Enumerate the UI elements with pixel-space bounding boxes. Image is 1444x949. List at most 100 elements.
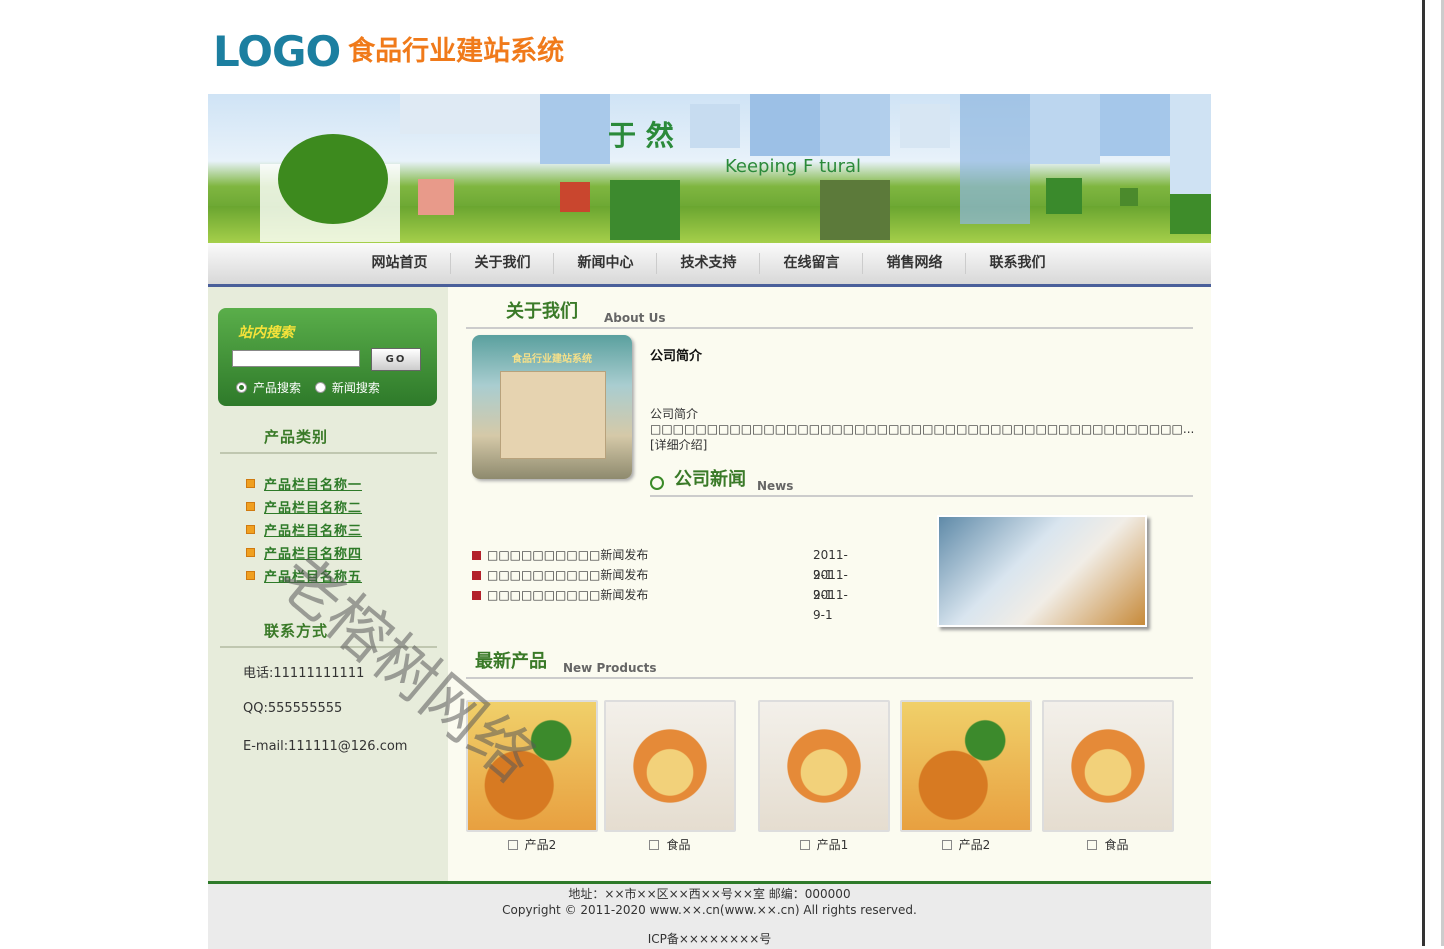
bullet-icon <box>246 479 255 488</box>
news-item-title[interactable]: □□□□□□□□□□新闻发布 <box>487 548 648 562</box>
radio-news-search[interactable] <box>314 382 326 393</box>
search-title: 站内搜索 <box>238 325 294 341</box>
product-name[interactable]: 食品 <box>1104 838 1128 852</box>
news-item[interactable]: □□□□□□□□□□新闻发布 2011-9-1 <box>472 565 848 602</box>
bullet-icon <box>246 525 255 534</box>
nav-support[interactable]: 技术支持 <box>657 243 760 284</box>
company-building-image[interactable]: 食品行业建站系统 <box>472 335 632 479</box>
category-link-1[interactable]: 产品栏目名称一 <box>264 478 362 493</box>
product-image[interactable] <box>1042 700 1174 832</box>
product-label[interactable]: 产品2 <box>466 836 598 853</box>
footer-copyright: Copyright © 2011-2020 www.××.cn(www.××.c… <box>502 903 917 917</box>
product-name[interactable]: 产品2 <box>525 838 557 852</box>
logo-text: LOGO <box>213 27 341 76</box>
categories-title: 产品类别 <box>264 428 329 446</box>
window-edge <box>1422 0 1425 946</box>
product-label[interactable]: 食品 <box>604 836 736 853</box>
news-item-date: 2011-9-1 <box>813 588 848 622</box>
arrow-box-icon <box>799 840 810 850</box>
product-card[interactable]: 产品2 <box>900 700 1032 853</box>
arrow-circle-icon <box>650 476 664 490</box>
category-item: 产品栏目名称四 <box>246 543 362 566</box>
product-image[interactable] <box>466 700 598 832</box>
categories-heading: 产品类别 <box>220 426 437 454</box>
product-label[interactable]: 产品1 <box>758 836 890 853</box>
contact-email: E-mail:111111@126.com <box>243 739 408 754</box>
news-heading: 公司新闻 News <box>650 457 1193 497</box>
news-image[interactable] <box>937 515 1147 627</box>
nav-contact[interactable]: 联系我们 <box>966 243 1069 284</box>
arrow-box-icon <box>1087 840 1098 850</box>
radio-product-label[interactable]: 产品搜索 <box>253 381 301 395</box>
nav-news[interactable]: 新闻中心 <box>554 243 657 284</box>
category-link-3[interactable]: 产品栏目名称三 <box>264 524 362 539</box>
news-item[interactable]: □□□□□□□□□□新闻发布 2011-9-1 <box>472 545 848 582</box>
category-list: 产品栏目名称一 产品栏目名称二 产品栏目名称三 产品栏目名称四 产品栏目名称五 <box>246 474 362 589</box>
nav-sales[interactable]: 销售网络 <box>863 243 966 284</box>
arrow-box-icon <box>941 840 952 850</box>
contact-heading: 联系方式 <box>220 620 437 648</box>
main-nav: 网站首页 关于我们 新闻中心 技术支持 在线留言 销售网络 联系我们 <box>208 243 1211 287</box>
search-box: 站内搜索 GO 产品搜索 新闻搜索 <box>218 308 437 406</box>
products-heading: 最新产品 New Products <box>466 639 1193 679</box>
site-title: 食品行业建站系统 <box>348 36 565 67</box>
bullet-icon <box>246 548 255 557</box>
news-item-title[interactable]: □□□□□□□□□□新闻发布 <box>487 568 648 582</box>
arrow-icon <box>472 551 481 560</box>
contact-title: 联系方式 <box>264 622 329 640</box>
product-image[interactable] <box>758 700 890 832</box>
company-intro-heading: 公司简介 <box>650 349 703 364</box>
search-type-options: 产品搜索 新闻搜索 <box>236 379 380 396</box>
banner-image: 于 然 Keeping F tural <box>208 94 1211 243</box>
category-link-5[interactable]: 产品栏目名称五 <box>264 570 362 585</box>
company-intro-text[interactable]: 公司简介□□□□□□□□□□□□□□□□□□□□□□□□□□□□□□□□□□□□… <box>650 405 1211 453</box>
news-item[interactable]: □□□□□□□□□□新闻发布 2011-9-1 <box>472 585 848 622</box>
banner-slogan-en: Keeping F tural <box>725 156 862 177</box>
building-shape <box>500 371 606 459</box>
banner-tree <box>278 134 388 224</box>
left-sidebar: 站内搜索 GO 产品搜索 新闻搜索 产品类别 产品栏目名称一 产品栏目名称二 产… <box>208 287 448 881</box>
category-item: 产品栏目名称五 <box>246 566 362 589</box>
radio-news-label[interactable]: 新闻搜索 <box>332 381 380 395</box>
products-title: 最新产品 <box>475 651 547 672</box>
footer-icp[interactable]: ICP备××××××××号 <box>208 931 1211 947</box>
product-card[interactable]: 食品 <box>604 700 736 853</box>
nav-about[interactable]: 关于我们 <box>451 243 554 284</box>
product-name[interactable]: 产品1 <box>817 838 849 852</box>
nav-message[interactable]: 在线留言 <box>760 243 863 284</box>
category-item: 产品栏目名称一 <box>246 474 362 497</box>
product-grid: 产品2 食品 产品1 产品2 食品 <box>466 700 1196 870</box>
arrow-box-icon <box>507 840 518 850</box>
product-name[interactable]: 食品 <box>666 838 690 852</box>
news-list: □□□□□□□□□□新闻发布 2011-9-1 □□□□□□□□□□新闻发布 201… <box>472 545 848 622</box>
news-title: 公司新闻 <box>674 469 746 490</box>
category-item: 产品栏目名称三 <box>246 520 362 543</box>
products-title-en: New Products <box>563 661 657 675</box>
search-input[interactable] <box>232 350 360 367</box>
product-card[interactable]: 产品2 <box>466 700 598 853</box>
product-label[interactable]: 产品2 <box>900 836 1032 853</box>
product-card[interactable]: 食品 <box>1042 700 1174 853</box>
site-logo[interactable]: LOGO 食品行业建站系统 <box>213 28 564 78</box>
product-card[interactable]: 产品1 <box>758 700 890 853</box>
site-footer: 地址：××市××区××西××号××室 邮编：000000 Copyright ©… <box>208 881 1211 949</box>
main-content: 关于我们 About Us 食品行业建站系统 公司简介 公司简介□□□□□□□□… <box>448 287 1211 881</box>
bullet-icon <box>246 571 255 580</box>
radio-product-search[interactable] <box>236 382 247 393</box>
contact-phone: 电话:11111111111 <box>243 666 365 681</box>
arrow-icon <box>472 571 481 580</box>
product-image[interactable] <box>604 700 736 832</box>
product-image[interactable] <box>900 700 1032 832</box>
news-item-title[interactable]: □□□□□□□□□□新闻发布 <box>487 588 648 602</box>
category-item: 产品栏目名称二 <box>246 497 362 520</box>
news-title-en: News <box>757 479 794 493</box>
search-go-button[interactable]: GO <box>371 348 421 371</box>
product-label[interactable]: 食品 <box>1042 836 1174 853</box>
nav-home[interactable]: 网站首页 <box>348 243 451 284</box>
category-link-2[interactable]: 产品栏目名称二 <box>264 501 362 516</box>
about-heading: 关于我们 About Us <box>466 289 1193 329</box>
category-link-4[interactable]: 产品栏目名称四 <box>264 547 362 562</box>
company-image-caption: 食品行业建站系统 <box>512 354 592 365</box>
about-title-en: About Us <box>604 311 666 325</box>
product-name[interactable]: 产品2 <box>959 838 991 852</box>
